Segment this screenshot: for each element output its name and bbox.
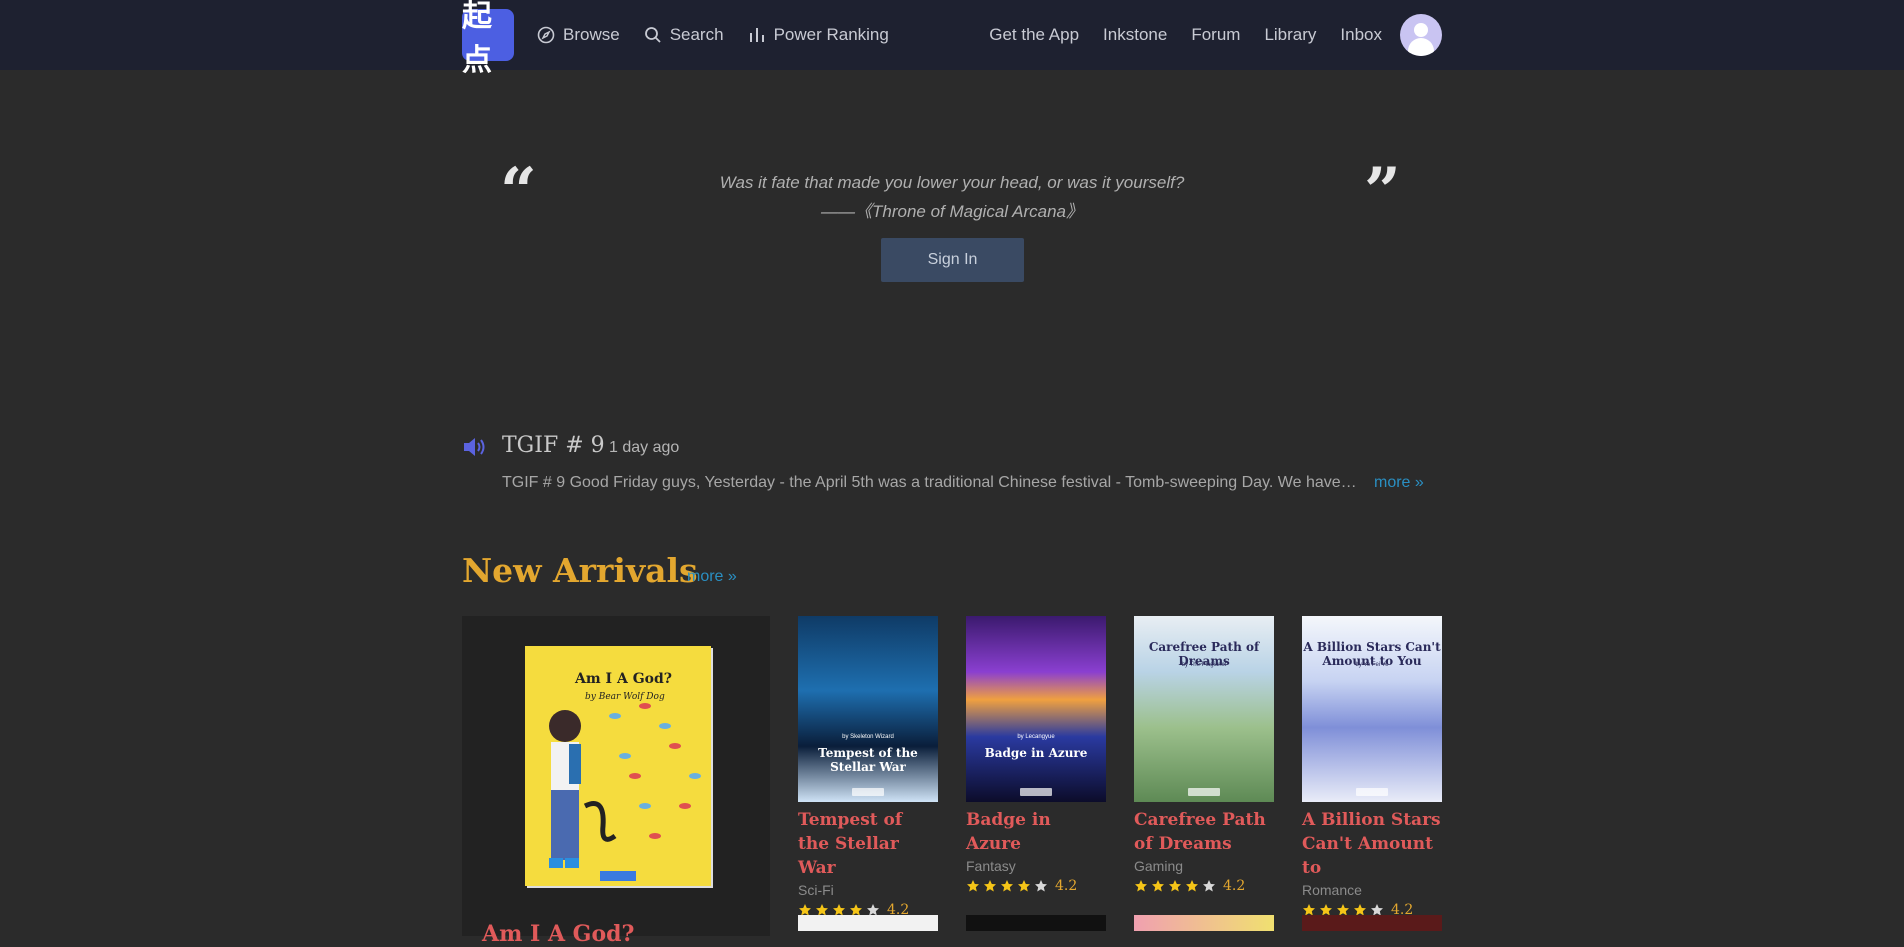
secondary-nav: Get the App Inkstone Forum Library Inbox	[989, 25, 1382, 45]
book-cover-next-row[interactable]	[1134, 915, 1274, 931]
quote-source: ——《Throne of Magical Arcana》	[820, 202, 1084, 221]
featured-book[interactable]: Am I A God? by Bear Wolf Dog Am I A God?	[462, 616, 770, 947]
book-genre: Fantasy	[966, 858, 1016, 874]
publisher-badge	[1188, 788, 1220, 796]
book-rating: 4.2	[1134, 878, 1274, 894]
boy-with-cat-illustration	[549, 703, 701, 881]
quote-line: Was it fate that made you lower your hea…	[719, 173, 1185, 192]
book-card[interactable]: by Lecangyue Badge in Azure Badge in Azure…	[966, 616, 1106, 894]
nav-search[interactable]: Search	[644, 25, 724, 45]
top-navigation-bar: 起点 Browse Search Power Ranking Get the A…	[0, 0, 1904, 78]
featured-cover-title: Am I A God?	[575, 671, 672, 687]
book-cover-next-row[interactable]	[966, 915, 1106, 931]
qidian-logo[interactable]: 起点	[462, 0, 514, 78]
nav-forum[interactable]: Forum	[1191, 25, 1240, 45]
open-quote-mark: “	[500, 154, 537, 229]
book-cover-title: Carefree Path of Dreams	[1148, 640, 1260, 668]
nav-browse[interactable]: Browse	[537, 25, 620, 45]
book-cover-author: by Skeleton Wizard	[842, 734, 894, 740]
user-avatar[interactable]	[1400, 14, 1442, 56]
star-icon	[984, 880, 996, 892]
nav-power-ranking-label: Power Ranking	[773, 25, 889, 44]
book-cover-next-row[interactable]	[1302, 915, 1442, 931]
book-card[interactable]: by The Plagiarist Carefree Path of Dreams…	[1134, 616, 1274, 894]
book-cover-title: Tempest of the Stellar War	[818, 746, 918, 774]
avatar-head-shape	[1414, 23, 1428, 37]
book-cover[interactable]: by The Plagiarist Carefree Path of Dreams	[1134, 616, 1274, 802]
book-genre: Sci-Fi	[798, 882, 834, 898]
announcement-time: 1 day ago	[609, 439, 680, 456]
book-cover-title: A Billion Stars Can't Amount to You	[1303, 640, 1441, 668]
nav-inbox[interactable]: Inbox	[1340, 25, 1382, 45]
featured-book-cover[interactable]: Am I A God? by Bear Wolf Dog	[525, 646, 711, 886]
book-genre: Romance	[1302, 882, 1362, 898]
close-quote-mark: ”	[1364, 154, 1401, 229]
book-cover-next-row[interactable]	[798, 915, 938, 931]
bar-chart-icon	[749, 28, 764, 42]
new-arrivals-heading: New Arrivals	[462, 551, 698, 590]
book-cover-author: by Lecangyue	[1017, 734, 1055, 740]
nav-inkstone[interactable]: Inkstone	[1103, 25, 1167, 45]
avatar-body-shape	[1408, 38, 1434, 56]
rating-value: 4.2	[1055, 878, 1078, 894]
nav-browse-label: Browse	[563, 25, 620, 44]
book-card[interactable]: by Skeleton Wizard Tempest of the Stellar…	[798, 616, 938, 918]
publisher-badge	[1356, 788, 1388, 796]
nav-search-label: Search	[669, 25, 724, 44]
primary-nav: Browse Search Power Ranking	[537, 25, 889, 45]
star-icon	[1169, 880, 1181, 892]
announcement-title[interactable]: TGIF # 9	[502, 433, 605, 458]
rating-value: 4.2	[1223, 878, 1246, 894]
hero-quote: Was it fate that made you lower your hea…	[640, 168, 1264, 226]
speaker-icon	[464, 438, 485, 456]
publisher-badge	[852, 788, 884, 796]
star-icon	[1001, 880, 1013, 892]
book-card[interactable]: by Ye Fei Ye A Billion Stars Can't Amount…	[1302, 616, 1442, 918]
star-icon	[967, 880, 979, 892]
compass-icon	[537, 26, 555, 44]
book-title[interactable]: Tempest of the Stellar War	[798, 808, 938, 880]
announcement-more-link[interactable]: more »	[1374, 474, 1424, 492]
new-arrivals-more-link[interactable]: more »	[687, 568, 737, 586]
nav-get-the-app[interactable]: Get the App	[989, 25, 1079, 45]
star-icon	[1018, 880, 1030, 892]
book-genre: Gaming	[1134, 858, 1184, 874]
sign-in-button[interactable]: Sign In	[881, 238, 1024, 282]
book-rating: 4.2	[966, 878, 1106, 894]
star-icon	[1186, 880, 1198, 892]
announcement-text[interactable]: TGIF # 9 Good Friday guys, Yesterday - t…	[502, 474, 1357, 492]
book-title[interactable]: Carefree Path of Dreams	[1134, 808, 1274, 856]
nav-power-ranking[interactable]: Power Ranking	[748, 25, 889, 45]
book-cover-title: Badge in Azure	[984, 746, 1088, 760]
book-cover[interactable]: by Lecangyue Badge in Azure	[966, 616, 1106, 802]
book-cover[interactable]: by Ye Fei Ye A Billion Stars Can't Amount…	[1302, 616, 1442, 802]
star-icon	[1135, 880, 1147, 892]
star-icon	[1152, 880, 1164, 892]
book-cover[interactable]: by Skeleton Wizard Tempest of the Stellar…	[798, 616, 938, 802]
featured-book-title[interactable]: Am I A God?	[482, 921, 634, 947]
book-title[interactable]: A Billion Stars Can't Amount to	[1302, 808, 1442, 880]
book-title[interactable]: Badge in Azure	[966, 808, 1106, 856]
star-icon	[1035, 880, 1047, 892]
nav-library[interactable]: Library	[1264, 25, 1316, 45]
star-icon	[1203, 880, 1215, 892]
search-icon	[644, 27, 661, 43]
publisher-badge	[1020, 788, 1052, 796]
